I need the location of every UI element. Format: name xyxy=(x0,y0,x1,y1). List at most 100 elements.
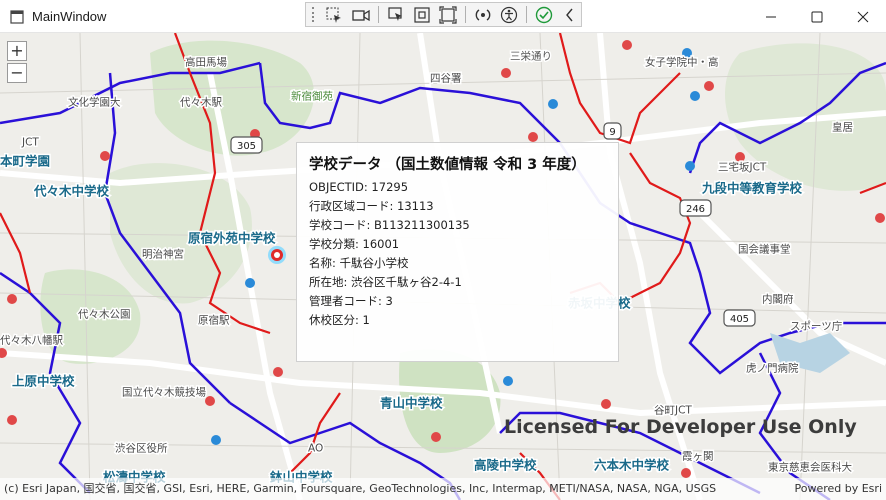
selected-school-marker[interactable] xyxy=(268,246,286,264)
school-point xyxy=(685,161,695,171)
map-label-place: 皇居 xyxy=(832,121,853,134)
accessibility-icon[interactable] xyxy=(498,4,520,25)
map-label-place: 東京慈恵会医科大 xyxy=(768,461,852,474)
window-title: MainWindow xyxy=(32,9,107,24)
map-label-school: 本町学園 xyxy=(0,154,50,169)
map-label-road: 三栄通り xyxy=(510,50,552,63)
collapse-icon[interactable] xyxy=(559,4,581,25)
map-label-place: 代々木八幡駅 xyxy=(0,334,63,347)
rect-select-icon[interactable] xyxy=(411,4,433,25)
school-point xyxy=(501,68,511,78)
school-point xyxy=(7,415,17,425)
app-icon xyxy=(10,10,24,24)
school-point xyxy=(431,432,441,442)
hot-reload-icon[interactable] xyxy=(472,4,494,25)
school-point xyxy=(690,91,700,101)
toolbar-separator xyxy=(464,6,466,23)
popup-field-school-code: 学校コード: B113211300135 xyxy=(309,218,470,232)
school-point xyxy=(622,40,632,50)
layout-icon[interactable] xyxy=(437,4,459,25)
map-label-place: 明治神宮 xyxy=(142,248,184,261)
video-icon[interactable] xyxy=(350,4,372,25)
map-label-place: 谷町JCT xyxy=(654,405,692,417)
toolbar-grip[interactable] xyxy=(312,7,317,22)
check-icon[interactable] xyxy=(533,4,555,25)
popup-field-address: 所在地: 渋谷区千駄ヶ谷2-4-1 xyxy=(309,275,462,289)
map-label-place: 虎ノ門病院 xyxy=(746,362,799,375)
maximize-button[interactable] xyxy=(794,0,840,33)
school-point xyxy=(601,399,611,409)
school-point xyxy=(245,278,255,288)
map-label-place: 代々木駅 xyxy=(180,97,222,109)
school-point xyxy=(503,376,513,386)
popup-field-admin-code: 行政区域コード: 13113 xyxy=(309,199,434,213)
toolbar-separator xyxy=(525,6,527,23)
route-shield-label: 305 xyxy=(237,141,256,152)
map-label-place: 三宅坂JCT xyxy=(718,161,767,174)
select-element-icon[interactable] xyxy=(323,4,345,25)
map-label-place: 国立代々木競技場 xyxy=(122,386,206,399)
school-point xyxy=(681,468,691,478)
map-label-school: 六本木中学校 xyxy=(594,458,670,473)
school-point xyxy=(100,151,110,161)
attribution-bar: (c) Esri Japan, 国交省, 国交省, GSI, Esri, HER… xyxy=(0,478,886,500)
close-button[interactable] xyxy=(840,0,886,33)
toolbar-separator xyxy=(377,6,379,23)
popup-field-school-class: 学校分類: 16001 xyxy=(309,237,400,251)
route-shield-label: 405 xyxy=(730,314,749,325)
school-point xyxy=(273,367,283,377)
popup-field-closed-status: 休校区分: 1 xyxy=(309,313,370,327)
map-label-school: 九段中等教育学校 xyxy=(701,181,803,196)
route-shield: 246 xyxy=(679,199,712,217)
school-point xyxy=(528,132,538,142)
powered-by-link[interactable]: Powered by Esri xyxy=(794,478,882,500)
close-icon xyxy=(857,11,869,22)
map-label-place: 渋谷区役所 xyxy=(115,442,168,455)
school-point xyxy=(875,213,885,223)
popup-field-manager-code: 管理者コード: 3 xyxy=(309,294,393,308)
map-label-place: 原宿駅 xyxy=(198,314,230,327)
attribution-text: (c) Esri Japan, 国交省, 国交省, GSI, Esri, HER… xyxy=(4,482,717,495)
route-shield: 305 xyxy=(230,136,263,154)
map-label-place: 高田馬場 xyxy=(185,56,227,69)
school-point xyxy=(735,152,745,162)
minimize-icon xyxy=(766,16,776,17)
route-shield-label: 9 xyxy=(609,127,615,138)
popup-field-objectid: OBJECTID: 17295 xyxy=(309,180,409,194)
map-label-school: 上原中学校 xyxy=(12,374,75,389)
map-label-school: 青山中学校 xyxy=(380,396,443,411)
map-label-place: JCT xyxy=(21,137,39,149)
route-shield: 9 xyxy=(603,122,622,140)
map-label-school: 代々木中学校 xyxy=(33,184,110,199)
school-point xyxy=(7,294,17,304)
maximize-icon xyxy=(811,11,823,22)
zoom-out-button[interactable]: − xyxy=(7,63,27,83)
pointer-icon[interactable] xyxy=(384,4,406,25)
map-label-place: スポーツ庁 xyxy=(790,320,842,333)
map-label-place: AO xyxy=(308,443,323,455)
zoom-in-button[interactable]: + xyxy=(7,41,27,61)
map-label-school: 高陵中学校 xyxy=(474,458,537,473)
popup-title: 学校データ （国土数値情報 令和 3 年度） xyxy=(309,157,586,173)
school-point xyxy=(211,435,221,445)
map-label-place: 国会議事堂 xyxy=(738,243,791,256)
feature-popup: 学校データ （国土数値情報 令和 3 年度） OBJECTID: 17295 行… xyxy=(296,142,619,362)
school-point xyxy=(205,396,215,406)
map-label-place: 内閣府 xyxy=(762,293,794,306)
map-label-place: 女子学院中・高 xyxy=(645,56,719,69)
map-label-place: 霞ヶ関 xyxy=(682,451,714,463)
map-label-place: 文化学園大 xyxy=(68,96,121,109)
map-label-school: 原宿外苑中学校 xyxy=(188,231,276,246)
minimize-button[interactable] xyxy=(748,0,794,33)
map-label-place: 代々木公園 xyxy=(78,309,131,321)
window-titlebar: MainWindow xyxy=(0,0,886,33)
map-label-place: 四谷署 xyxy=(430,73,462,85)
route-shield-label: 246 xyxy=(686,204,705,215)
school-point xyxy=(704,81,714,91)
route-shield: 405 xyxy=(723,309,756,327)
debug-toolbar xyxy=(305,2,582,27)
license-watermark: Licensed For Developer Use Only xyxy=(504,416,857,438)
school-point xyxy=(548,99,558,109)
popup-field-name: 名称: 千駄谷小学校 xyxy=(309,256,409,270)
map-label-park: 新宿御苑 xyxy=(291,90,333,103)
